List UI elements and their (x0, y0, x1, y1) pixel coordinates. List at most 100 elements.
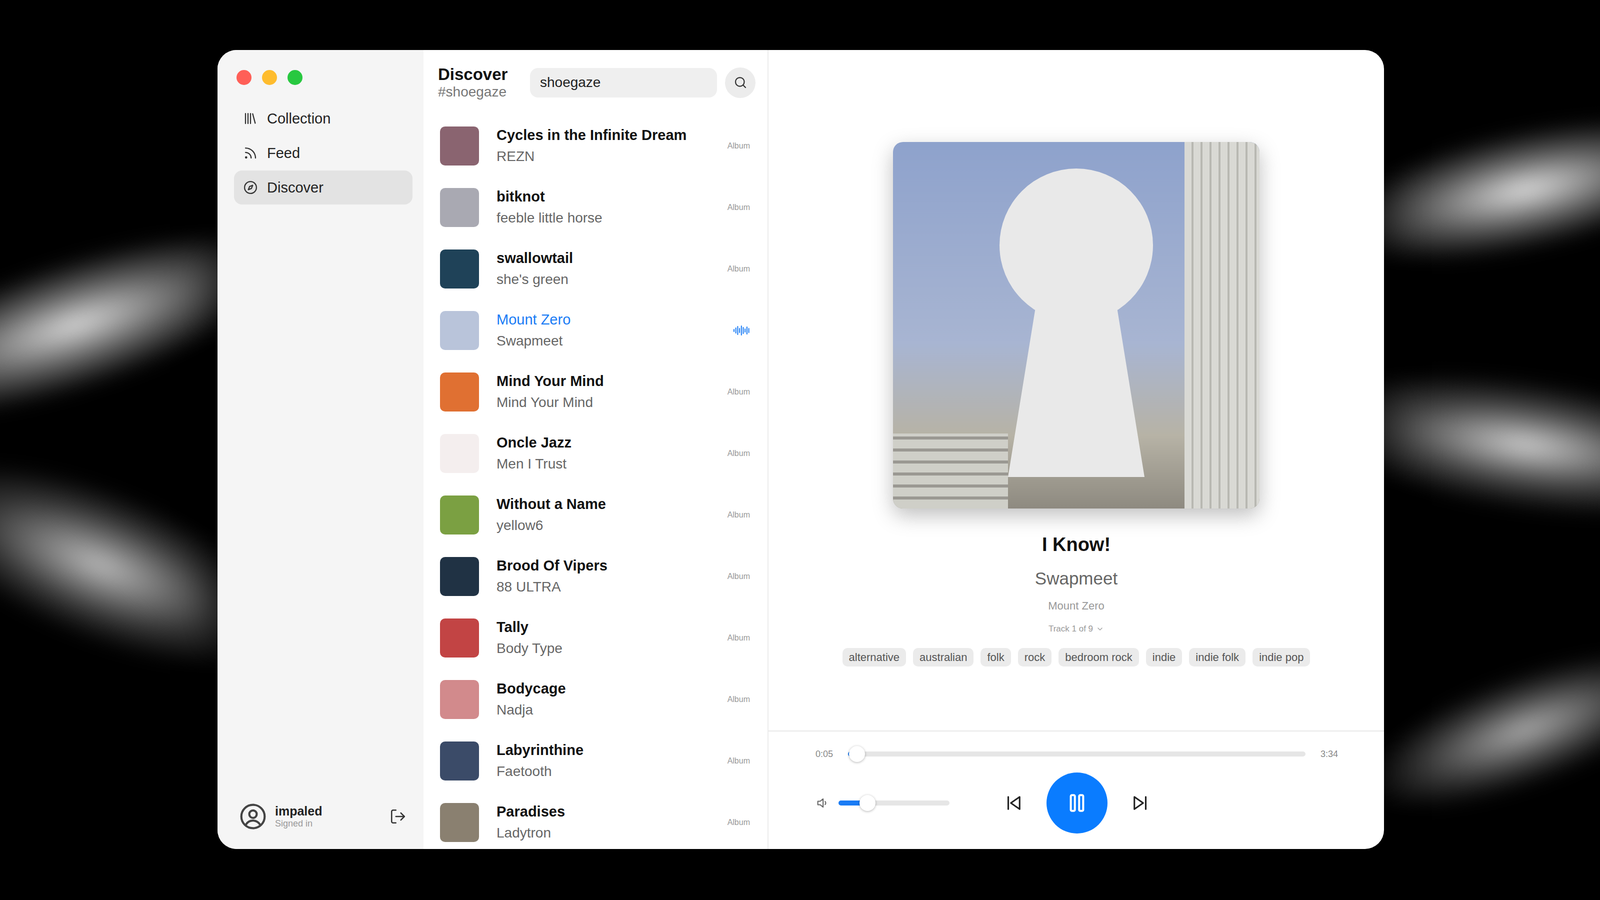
genre-tag[interactable]: indie pop (1252, 648, 1310, 667)
progress-bar-knob[interactable] (849, 746, 865, 762)
result-artist: Mind Your Mind (496, 392, 710, 413)
result-row[interactable]: Without a Nameyellow6Album (423, 484, 768, 546)
album-badge: Album (727, 203, 750, 212)
result-text: LabyrinthineFaetooth (496, 739, 710, 782)
header-subtitle: #shoegaze (438, 84, 522, 100)
genre-tag[interactable]: australian (913, 648, 974, 667)
waveform-icon (733, 324, 750, 337)
search-field[interactable] (530, 68, 717, 98)
track-selector[interactable]: Track 1 of 9 (1048, 623, 1104, 635)
search-icon (733, 75, 748, 90)
result-artist: Ladytron (496, 823, 710, 844)
previous-track-icon[interactable] (1003, 792, 1024, 814)
album-badge: Album (727, 756, 750, 766)
close-button[interactable] (236, 70, 252, 85)
album-artwork (440, 618, 479, 658)
genre-tag[interactable]: indie folk (1189, 648, 1246, 667)
elapsed-time: 0:05 (815, 749, 833, 760)
album-artwork (440, 126, 479, 166)
result-title: Without a Name (496, 493, 710, 515)
genre-tag[interactable]: indie (1146, 648, 1182, 667)
track-artist[interactable]: Swapmeet (1035, 568, 1118, 589)
result-title: bitknot (496, 186, 710, 207)
logout-icon[interactable] (389, 808, 407, 825)
result-title: Mount Zero (496, 309, 716, 330)
result-artist: she's green (496, 269, 710, 290)
sidebar-item-label: Discover (267, 179, 324, 196)
album-badge: Album (727, 695, 750, 704)
result-title: Labyrinthine (496, 739, 710, 761)
volume-slider-knob[interactable] (859, 795, 876, 811)
genre-tag[interactable]: alternative (842, 648, 907, 667)
genre-tag[interactable]: folk (980, 648, 1011, 667)
window-controls (234, 70, 413, 85)
result-text: BodycageNadja (496, 678, 710, 721)
progress-bar[interactable] (848, 751, 1306, 757)
app-window: Collection Feed Discover impaledSigned in Di… (217, 50, 1384, 849)
album-artwork (440, 557, 479, 596)
header-title: Discover (438, 65, 522, 84)
sidebar-item[interactable]: Discover (234, 170, 413, 205)
feed-icon (243, 145, 258, 161)
album-artwork (440, 741, 479, 781)
user-panel: impaledSigned in (234, 802, 413, 849)
result-artist: Faetooth (496, 761, 710, 782)
result-row[interactable]: Mind Your MindMind Your Mind Album (423, 361, 768, 423)
result-row[interactable]: Oncle JazzMen I TrustAlbum (423, 422, 768, 484)
compass-icon (243, 180, 258, 195)
next-track-icon[interactable] (1130, 792, 1151, 814)
sidebar-item[interactable]: Feed (234, 136, 413, 170)
sidebar-nav: Collection Feed Discover (234, 101, 413, 205)
sidebar: Collection Feed Discover impaledSigned in (217, 50, 424, 849)
player-controls: 0:05 3:34 (768, 730, 1384, 849)
result-text: ParadisesLadytron (496, 801, 710, 844)
result-text: Cycles in the Infinite DreamREZN (496, 124, 710, 167)
cover-art (893, 142, 1260, 509)
play-pause-button[interactable] (1046, 772, 1108, 834)
result-row[interactable]: bitknotfeeble little horse Album (423, 176, 768, 238)
minimize-button[interactable] (262, 70, 277, 85)
genre-tag[interactable]: bedroom rock (1058, 648, 1139, 667)
album-badge: Album (727, 387, 750, 397)
result-text: Brood Of Vipers88 ULTRA (496, 555, 710, 598)
result-text: Mount ZeroSwapmeet (496, 309, 716, 352)
volume-control (815, 796, 1003, 810)
volume-slider[interactable] (838, 800, 950, 806)
speaker-icon[interactable] (815, 796, 830, 810)
genre-tags: alternative australian folk rock bedroom roc… (842, 648, 1311, 667)
result-title: Mind Your Mind (496, 370, 710, 392)
result-text: bitknotfeeble little horse (496, 186, 710, 229)
user-info: impaledSigned in (275, 803, 382, 830)
header-titles: Discover#shoegaze (438, 65, 522, 100)
result-row[interactable]: ParadisesLadytronAlbum (423, 791, 768, 849)
result-row[interactable]: Cycles in the Infinite DreamREZN Album (423, 115, 768, 177)
album-badge: Album (727, 510, 750, 520)
result-artist: 88 ULTRA (496, 577, 710, 598)
user-status: Signed in (275, 818, 382, 830)
search-button[interactable] (725, 67, 756, 98)
result-row[interactable]: Brood Of Vipers88 ULTRAAlbum (423, 545, 768, 607)
sidebar-item[interactable]: Collection (234, 101, 413, 136)
genre-tag[interactable]: rock (1018, 648, 1052, 667)
result-row[interactable]: TallyBody TypeAlbum (423, 607, 768, 669)
result-row[interactable]: swallowtailshe's greenAlbum (423, 238, 768, 300)
duration-time: 3:34 (1320, 749, 1338, 760)
result-row[interactable]: Mount ZeroSwapmeet (423, 299, 768, 361)
zoom-button[interactable] (287, 70, 303, 85)
album-artwork (440, 311, 479, 350)
result-artist: Men I Trust (496, 454, 710, 475)
sidebar-item-label: Collection (267, 110, 331, 127)
track-album[interactable]: Mount Zero (1048, 599, 1105, 613)
track-title: I Know! (1042, 533, 1111, 557)
player-panel: I Know! Swapmeet Mount Zero Track 1 of 9 alt… (768, 50, 1384, 849)
album-badge: Album (727, 141, 750, 151)
result-artist: Swapmeet (496, 331, 716, 352)
transport-controls (1003, 772, 1151, 834)
result-row[interactable]: LabyrinthineFaetooth Album (423, 730, 768, 792)
album-badge: Album (727, 449, 750, 458)
avatar-icon[interactable] (239, 802, 267, 831)
now-playing: I Know! Swapmeet Mount Zero Track 1 of 9 alt… (768, 50, 1384, 731)
list-header: Discover#shoegaze (423, 50, 768, 115)
result-artist: REZN (496, 146, 710, 167)
result-row[interactable]: BodycageNadja Album (423, 668, 768, 730)
